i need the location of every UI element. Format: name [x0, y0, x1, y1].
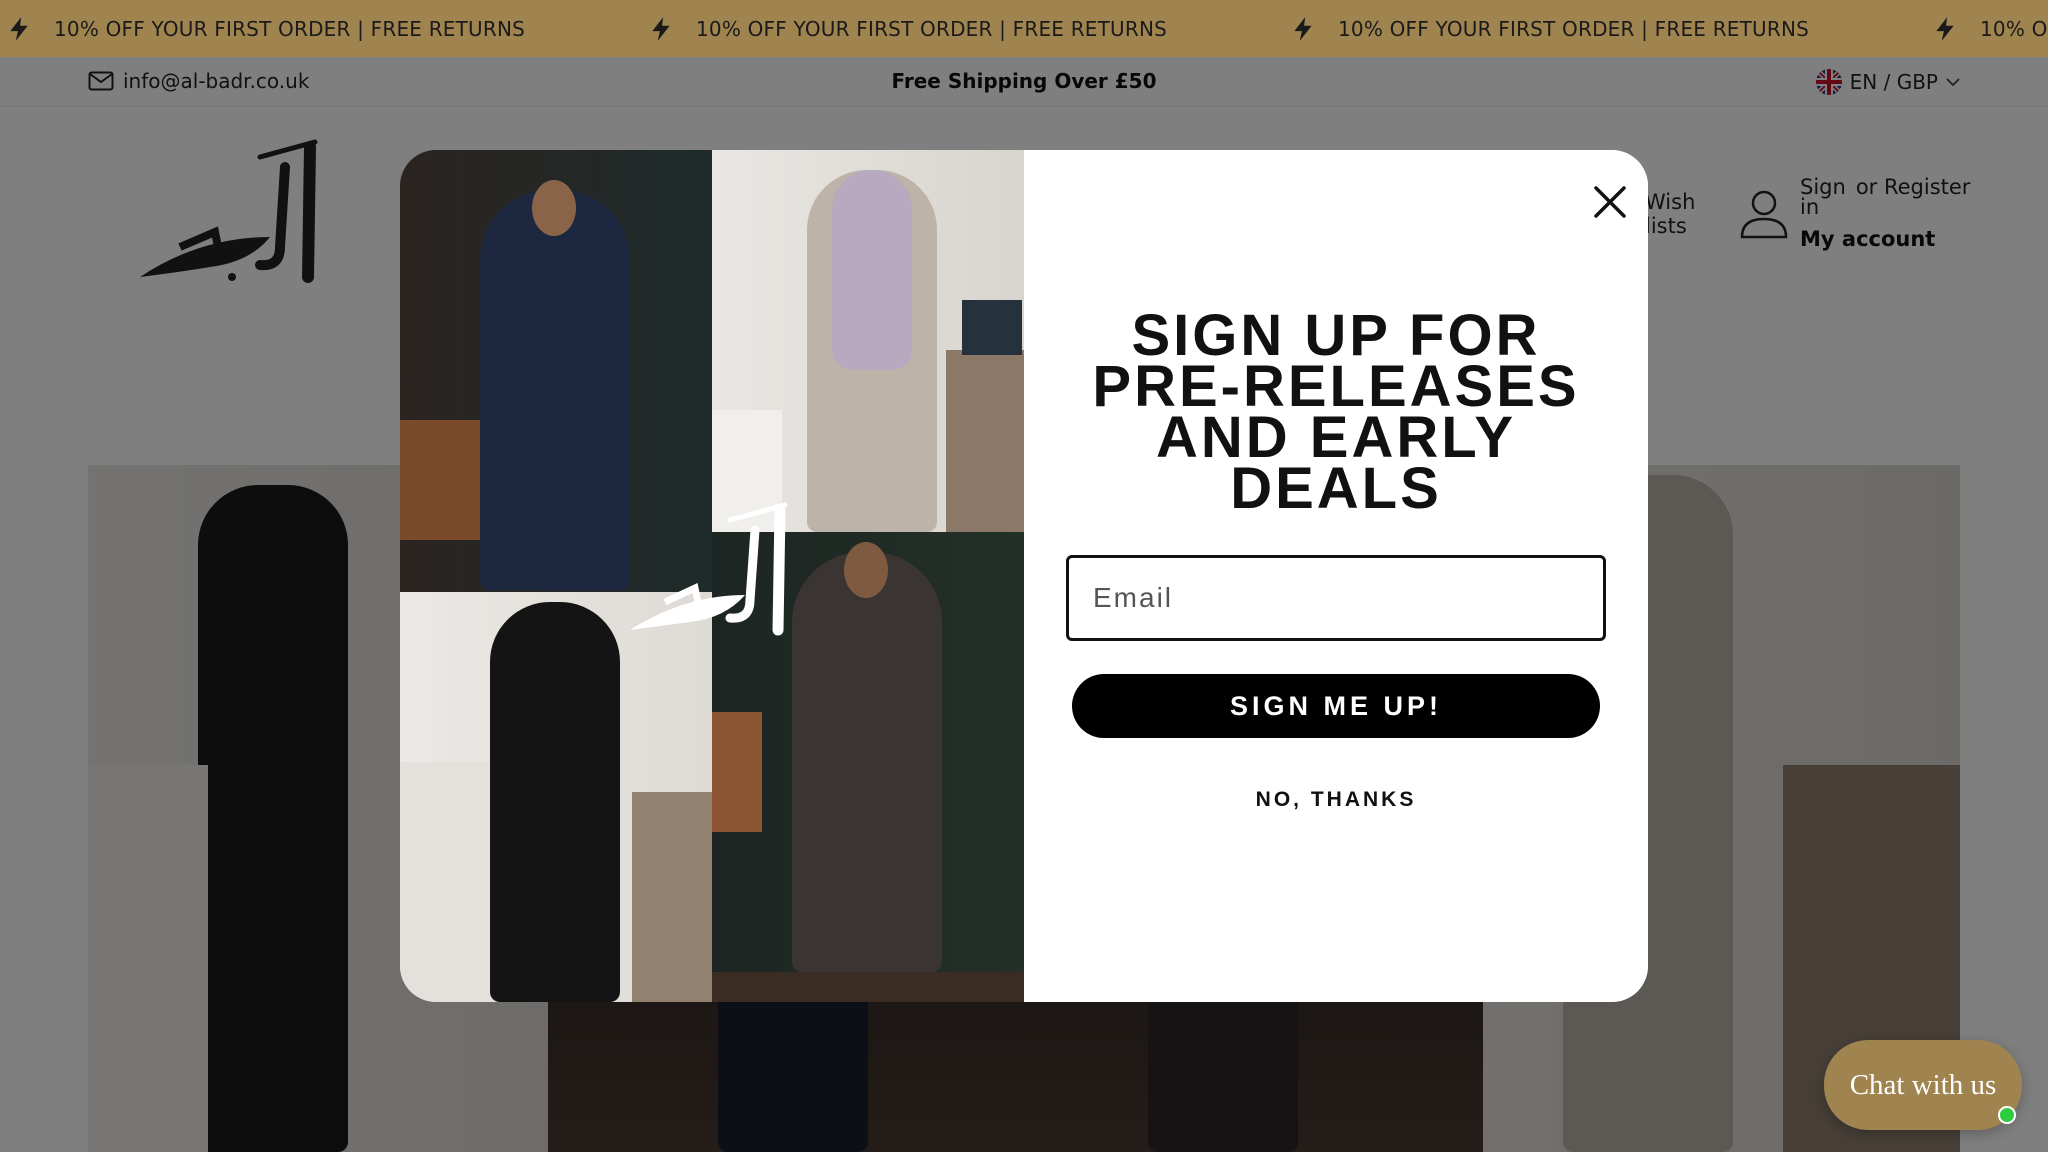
announcement-text: 10% OFF YOUR FIRST ORDER | FREE RETURNS — [54, 16, 526, 41]
collage-photo-3 — [400, 592, 712, 1002]
chat-with-us-button[interactable]: Chat with us — [1824, 1040, 2022, 1130]
calligraphy-logo-icon — [630, 502, 788, 636]
announcement-item: 10% OFF YOUR FIRST ORDER | FREE RETURNS — [6, 0, 525, 57]
sign-me-up-button[interactable]: SIGN ME UP! — [1072, 674, 1600, 738]
announcement-item: 10% OFF YOUR FIRST ORDER | FREE RETURNS — [1932, 0, 2048, 57]
announcement-bar: 10% OFF YOUR FIRST ORDER | FREE RETURNS … — [0, 0, 2048, 57]
collage-photo-2 — [712, 150, 1024, 532]
chat-label: Chat with us — [1849, 1068, 1997, 1101]
lightning-icon — [1936, 16, 1954, 41]
announcement-item: 10% OFF YOUR FIRST ORDER | FREE RETURNS — [648, 0, 1167, 57]
online-status-dot — [1998, 1106, 2016, 1124]
no-thanks-button[interactable]: NO, THANKS — [1024, 788, 1648, 812]
close-icon[interactable] — [1588, 180, 1632, 224]
popup-headline: SIGN UP FOR PRE-RELEASES AND EARLY DEALS — [1024, 307, 1648, 521]
headline-line: DEALS — [1230, 456, 1442, 521]
email-field[interactable] — [1066, 555, 1606, 641]
lightning-icon — [10, 16, 28, 41]
announcement-text: 10% OFF YOUR FIRST ORDER | FREE RETURNS — [1338, 16, 1810, 41]
lightning-icon — [1294, 16, 1312, 41]
announcement-text: 10% OFF YOUR FIRST ORDER | FREE RETURNS — [696, 16, 1168, 41]
lightning-icon — [652, 16, 670, 41]
signup-popup: SIGN UP FOR PRE-RELEASES AND EARLY DEALS… — [400, 150, 1648, 1002]
popup-collage-image — [400, 150, 1024, 1002]
announcement-text: 10% OFF YOUR FIRST ORDER | FREE RETURNS — [1980, 16, 2048, 41]
announcement-item: 10% OFF YOUR FIRST ORDER | FREE RETURNS — [1290, 0, 1809, 57]
